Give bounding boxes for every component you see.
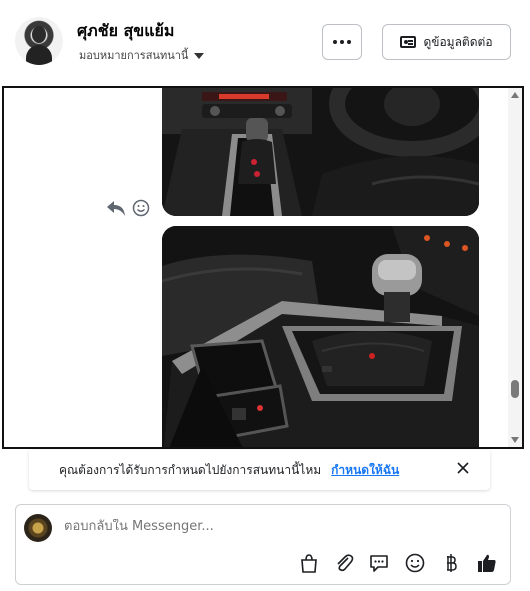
contact-card-icon	[400, 36, 417, 48]
shopping-bag-icon[interactable]	[298, 552, 320, 574]
conversation-header: ศุภชัย สุขแย้ม มอบหมายการสนทนานี้ ดูข้อม…	[0, 0, 530, 86]
reply-input[interactable]	[64, 519, 484, 534]
reply-icon[interactable]	[106, 199, 126, 217]
thumbs-up-icon[interactable]	[476, 552, 498, 574]
assign-label: มอบหมายการสนทนานี้	[79, 49, 189, 62]
message-thread[interactable]	[2, 86, 524, 449]
caret-down-icon	[194, 52, 205, 59]
assign-suggestion-banner: คุณต้องการได้รับการกำหนดไปยังการสนทนานี้…	[29, 450, 490, 490]
message-scrollbar[interactable]	[508, 88, 522, 447]
more-horizontal-icon	[333, 40, 337, 44]
message-image[interactable]	[162, 88, 479, 216]
car-dashboard-photo	[162, 88, 479, 216]
assign-suggestion-text: คุณต้องการได้รับการกำหนดไปยังการสนทนานี้…	[59, 462, 322, 477]
close-icon[interactable]	[455, 460, 471, 476]
gear-shifter-photo	[162, 226, 479, 447]
emoji-reaction-icon[interactable]	[132, 199, 150, 217]
message-image[interactable]	[162, 226, 479, 447]
reply-composer	[15, 504, 511, 585]
conversation-view: ศุภชัย สุขแย้ม มอบหมายการสนทนานี้ ดูข้อม…	[0, 0, 530, 591]
paperclip-icon[interactable]	[333, 552, 355, 574]
contact-name[interactable]: ศุภชัย สุขแย้ม	[77, 19, 174, 44]
view-contact-button[interactable]: ดูข้อมูลติดต่อ	[382, 24, 511, 60]
saved-replies-icon[interactable]	[368, 552, 390, 574]
more-options-button[interactable]	[322, 24, 362, 60]
assign-to-me-link[interactable]: กำหนดให้ฉัน	[331, 461, 399, 480]
emoji-icon[interactable]	[404, 552, 426, 574]
baht-icon[interactable]	[440, 552, 462, 574]
scroll-thumb[interactable]	[511, 380, 519, 398]
contact-avatar[interactable]	[15, 17, 63, 65]
assign-dropdown[interactable]: มอบหมายการสนทนานี้	[79, 46, 205, 64]
scroll-up-icon[interactable]	[511, 92, 519, 98]
page-avatar	[24, 514, 52, 542]
view-contact-label: ดูข้อมูลติดต่อ	[423, 34, 493, 49]
scroll-down-icon[interactable]	[511, 437, 519, 443]
